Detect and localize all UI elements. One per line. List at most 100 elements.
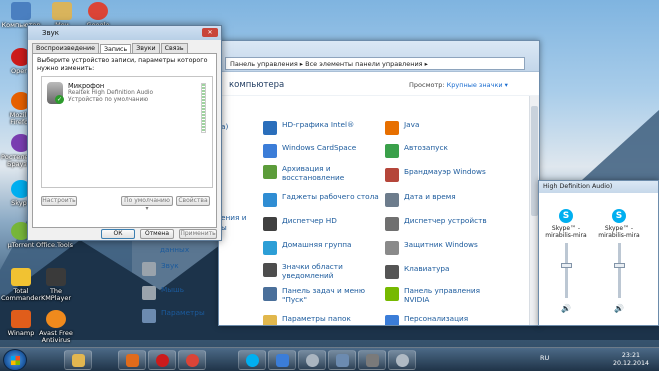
configure-button[interactable]: Настроить (41, 196, 77, 206)
taskbar-button-control-panel[interactable] (328, 350, 356, 370)
taskbar: RU 23:21 20.12.2014 (0, 347, 659, 371)
desktop-icon-label: Office.Tools (36, 241, 74, 249)
device-driver: Realtek High Definition Audio (68, 90, 154, 96)
scrollbar-thumb[interactable] (531, 106, 538, 216)
cp-item-backup[interactable]: Архивация и восстановление (263, 164, 373, 182)
page-title: компьютера (229, 80, 285, 90)
mouse-icon (142, 286, 156, 300)
taskbar-button-skype[interactable] (238, 350, 266, 370)
taskbar-button-tools[interactable] (358, 350, 386, 370)
folder-options-icon (263, 315, 277, 325)
tab-communications[interactable]: Связь (160, 43, 188, 53)
cp-item-hd-manager[interactable]: Диспетчер HD (263, 216, 337, 231)
cp-item-gadgets[interactable]: Гаджеты рабочего стола (263, 192, 379, 207)
cp-item-keyboard[interactable]: Клавиатура (385, 264, 450, 279)
cp-item-notification-icons[interactable]: Значки области уведомлений (263, 262, 373, 280)
dialog-titlebar[interactable]: Звук ✕ (28, 26, 221, 40)
keyboard-icon (385, 265, 399, 279)
apply-button[interactable]: Применить (179, 229, 217, 239)
volume-icon (306, 354, 319, 367)
winamp-icon (11, 310, 31, 328)
default-check-icon: ✓ (55, 95, 64, 104)
start-button[interactable] (3, 349, 27, 371)
autoplay-icon (385, 144, 399, 158)
slider-thumb[interactable] (560, 263, 572, 268)
personalization-icon (385, 315, 399, 325)
mixer-channel: S Skype™ - mirabilis-mira 🔊 (541, 209, 591, 313)
view-selector[interactable]: Просмотр: Крупные значки ▾ (409, 81, 508, 89)
cp-item-datetime[interactable]: Дата и время (385, 192, 456, 207)
clock[interactable]: 23:21 20.12.2014 (613, 352, 649, 367)
cp-item-autoplay[interactable]: Автозапуск (385, 143, 448, 158)
desktop-icon-total-commander[interactable]: Total Commander (1, 268, 41, 302)
cp-item-cardspace[interactable]: Windows CardSpace (263, 143, 356, 158)
mixer-channel: S Skype™ - mirabilis-mira 🔊 (594, 209, 644, 313)
cancel-button[interactable]: Отмена (140, 229, 174, 239)
media-player-icon (126, 354, 139, 367)
cp-item-intel-hd[interactable]: HD-графика Intel® (263, 120, 354, 135)
slider-thumb[interactable] (613, 263, 625, 268)
defender-icon (385, 241, 399, 255)
cp-item-personalization[interactable]: Персонализация (385, 314, 468, 325)
speaker-icon (142, 262, 156, 276)
intel-graphics-icon (263, 121, 277, 135)
left-fragment: а) (221, 122, 229, 131)
taskbar-button-volume[interactable] (298, 350, 326, 370)
cp-item-folder-options[interactable]: Параметры папок (263, 314, 351, 325)
skype-icon: S (612, 209, 626, 223)
cp-item-options[interactable]: Параметры (142, 308, 205, 323)
cp-item-defender[interactable]: Защитник Windows (385, 240, 478, 255)
properties-button[interactable]: Свойства (176, 196, 210, 206)
chrome-icon (186, 354, 199, 367)
speaker-icon[interactable]: 🔊 (541, 304, 591, 313)
gadgets-icon (263, 193, 277, 207)
taskbar-button-remote[interactable] (268, 350, 296, 370)
ok-button[interactable]: ОК (101, 229, 135, 239)
taskbar-button-chrome[interactable] (178, 350, 206, 370)
homegroup-icon (263, 241, 277, 255)
cp-item-device-manager[interactable]: Диспетчер устройств (385, 216, 487, 231)
volume-slider[interactable] (613, 243, 625, 298)
taskbar-button-explorer[interactable] (64, 350, 92, 370)
taskbar-button-media[interactable] (118, 350, 146, 370)
desktop-icon-label: Avast Free Antivirus (39, 329, 73, 344)
desktop-icon-winamp[interactable]: Winamp (1, 310, 41, 337)
cp-item-sound[interactable]: Звук (142, 261, 179, 276)
tab-sounds[interactable]: Звуки (132, 43, 160, 53)
sound-dialog[interactable]: Звук ✕ Воспроизведение Запись Звуки Связ… (27, 25, 222, 241)
clock-time: 23:21 (621, 352, 641, 359)
level-meter (201, 83, 206, 133)
cp-item-mouse[interactable]: Мышь (142, 285, 184, 300)
cp-item-nvidia[interactable]: Панель управления NVIDIA (385, 286, 495, 304)
firewall-icon (385, 168, 399, 182)
address-bar[interactable]: Панель управления ▸ Все элементы панели … (225, 57, 525, 70)
taskbar-icon (263, 287, 277, 301)
cardspace-icon (263, 144, 277, 158)
desktop-icon-label: Winamp (7, 329, 35, 337)
taskbar-button-opera[interactable] (148, 350, 176, 370)
desktop-icon-kmplayer[interactable]: The KMPlayer (36, 268, 76, 302)
desktop-icon-office[interactable]: Office.Tools (36, 242, 73, 249)
cp-item-firewall[interactable]: Брандмауэр Windows (385, 167, 486, 182)
java-icon (385, 121, 399, 135)
hd-manager-icon (263, 217, 277, 231)
desktop-icon-avast[interactable]: Avast Free Antivirus (36, 310, 76, 344)
cp-item-homegroup[interactable]: Домашняя группа (263, 240, 351, 255)
view-value[interactable]: Крупные значки ▾ (447, 81, 508, 89)
taskbar-button-sound[interactable] (388, 350, 416, 370)
volume-mixer-window[interactable]: High Definition Audio) S Skype™ - mirabi… (538, 180, 659, 326)
set-default-button[interactable]: По умолчанию ▾ (121, 196, 173, 212)
device-list[interactable]: ✓ Микрофон Realtek High Definition Audio… (41, 76, 213, 188)
device-item-microphone[interactable]: ✓ Микрофон Realtek High Definition Audio… (47, 82, 153, 104)
kmplayer-icon (46, 268, 66, 286)
close-button[interactable]: ✕ (202, 28, 218, 37)
clock-icon (385, 193, 399, 207)
tab-playback[interactable]: Воспроизведение (32, 43, 99, 53)
volume-slider[interactable] (560, 243, 572, 298)
language-indicator[interactable]: RU (540, 354, 549, 362)
cp-item-taskbar-start[interactable]: Панель задач и меню "Пуск" (263, 286, 373, 304)
speaker-icon[interactable]: 🔊 (594, 304, 644, 313)
sound-icon (396, 354, 409, 367)
control-panel-window[interactable]: Панель управления ▸ Все элементы панели … (218, 40, 540, 326)
cp-item-java[interactable]: Java (385, 120, 419, 135)
